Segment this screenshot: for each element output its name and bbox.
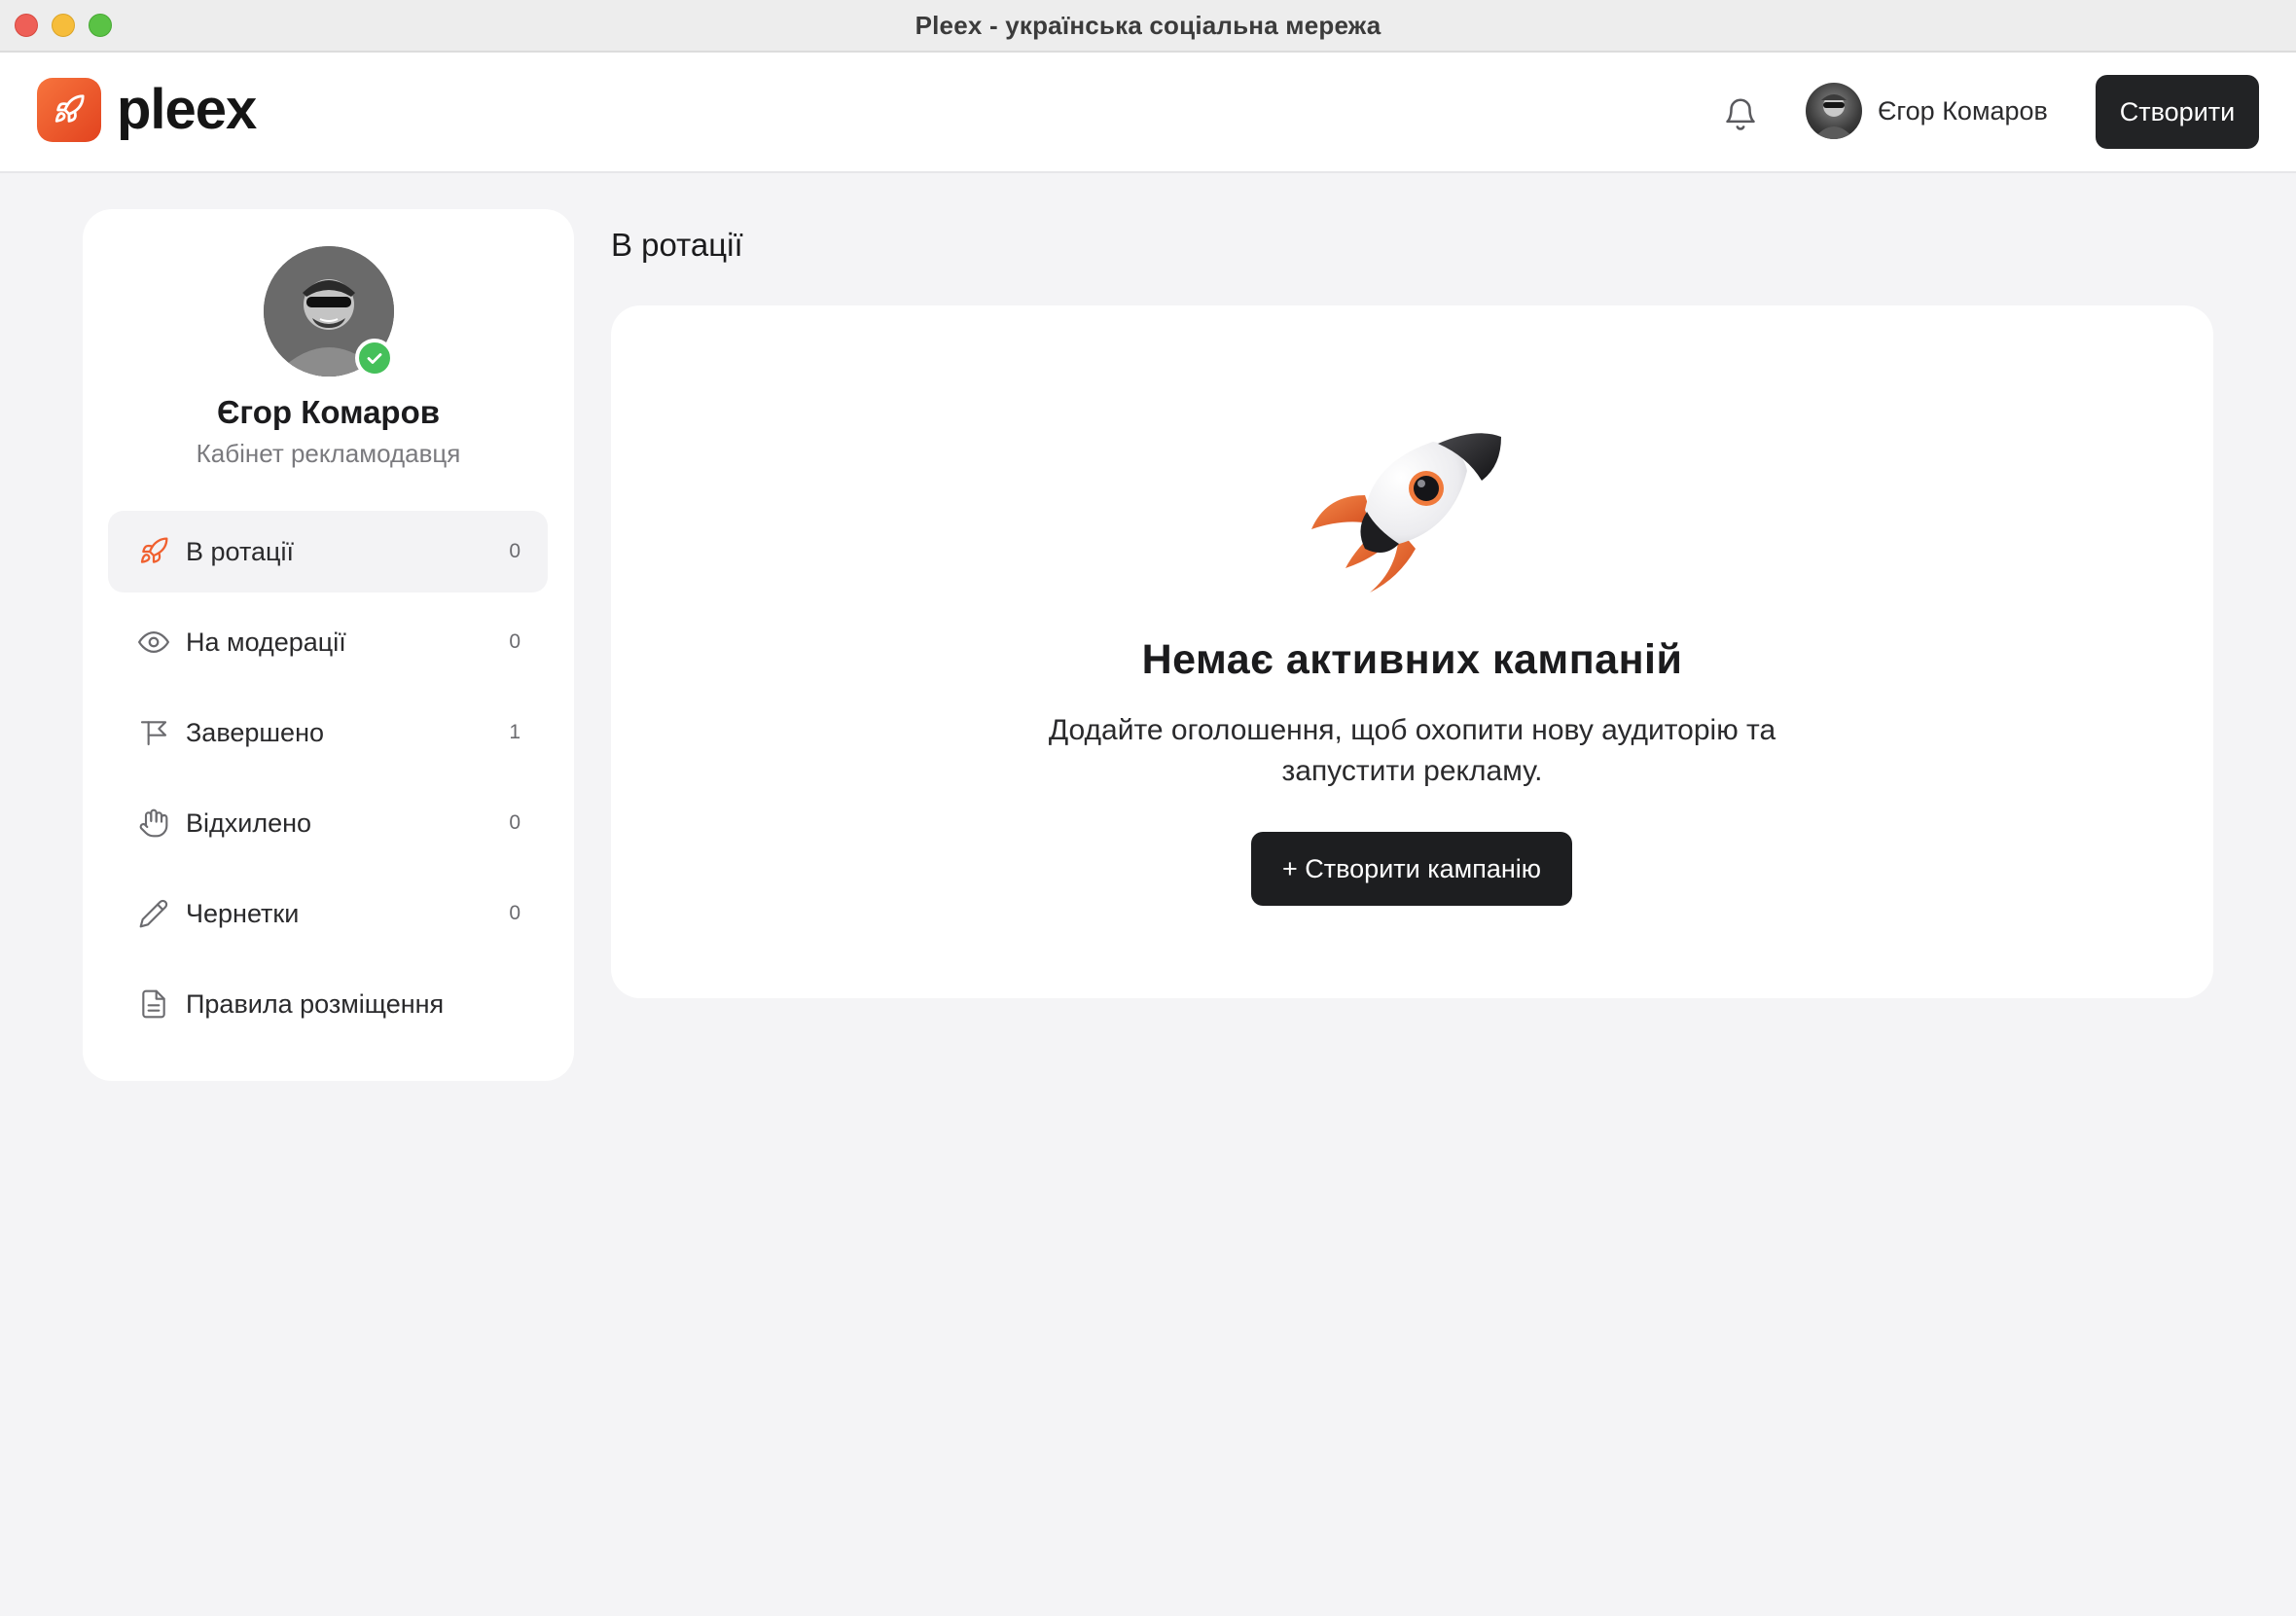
logo-rocket-icon [37, 78, 101, 142]
logo-text: pleex [117, 78, 257, 141]
sidebar-item-in-rotation[interactable]: В ротації 0 [108, 511, 548, 593]
sidebar-item-drafts[interactable]: Чернетки 0 [108, 873, 548, 954]
rocket-illustration-icon [1307, 403, 1521, 597]
user-menu[interactable]: Єгор Комаров [1806, 83, 2048, 139]
profile-subtitle: Кабінет рекламодавця [196, 439, 461, 468]
eye-icon [137, 626, 170, 659]
minimize-window-button[interactable] [52, 14, 75, 37]
header-user-name: Єгор Комаров [1878, 95, 2048, 126]
window-controls [15, 14, 112, 37]
sidebar-item-count: 0 [509, 902, 520, 924]
empty-state-card: Немає активних кампаній Додайте оголошен… [611, 305, 2213, 998]
zoom-window-button[interactable] [89, 14, 112, 37]
profile-name: Єгор Комаров [216, 394, 441, 430]
verified-check-icon [355, 339, 394, 377]
sidebar-item-placement-rules[interactable]: Правила розміщення [108, 963, 548, 1045]
sidebar: Єгор Комаров Кабінет рекламодавця В рота… [83, 209, 574, 1081]
pencil-icon [137, 897, 170, 930]
sidebar-item-label: На модерації [186, 627, 346, 657]
empty-state-description: Додайте оголошення, щоб охопити нову ауд… [1048, 714, 1776, 787]
hand-icon [137, 807, 170, 840]
notifications-bell-icon[interactable] [1722, 93, 1759, 134]
logo[interactable]: pleex [37, 78, 257, 142]
sidebar-item-count: 0 [509, 630, 520, 653]
create-campaign-button[interactable]: + Створити кампанію [1251, 832, 1572, 906]
sidebar-item-label: Відхилено [186, 808, 312, 838]
sidebar-nav: В ротації 0 На модерації 0 Завершено 1 В… [108, 511, 548, 1054]
empty-state-title: Немає активних кампаній [1141, 636, 1683, 683]
document-icon [137, 988, 170, 1021]
sidebar-item-count: 0 [509, 811, 520, 834]
sidebar-item-label: Чернетки [186, 898, 300, 928]
create-button[interactable]: Створити [2096, 75, 2259, 149]
sidebar-item-completed[interactable]: Завершено 1 [108, 692, 548, 773]
window-title: Pleex - українська соціальна мережа [915, 10, 1381, 40]
close-window-button[interactable] [15, 14, 38, 37]
title-bar: Pleex - українська соціальна мережа [0, 0, 2296, 53]
sidebar-item-label: Правила розміщення [186, 988, 445, 1019]
avatar [1806, 83, 1862, 139]
app-window: Pleex - українська соціальна мережа plee… [0, 0, 2296, 1616]
rocket-icon [137, 535, 170, 568]
sidebar-item-count: 0 [509, 540, 520, 562]
page-title: В ротації [611, 227, 743, 263]
sidebar-item-count: 1 [509, 721, 520, 743]
sidebar-item-rejected[interactable]: Відхилено 0 [108, 782, 548, 864]
top-header: pleex Єгор Комаров Створити [0, 53, 2296, 173]
sidebar-item-label: В ротації [186, 536, 294, 566]
sidebar-item-on-moderation[interactable]: На модерації 0 [108, 601, 548, 683]
flag-icon [137, 716, 170, 749]
sidebar-item-label: Завершено [186, 717, 325, 747]
